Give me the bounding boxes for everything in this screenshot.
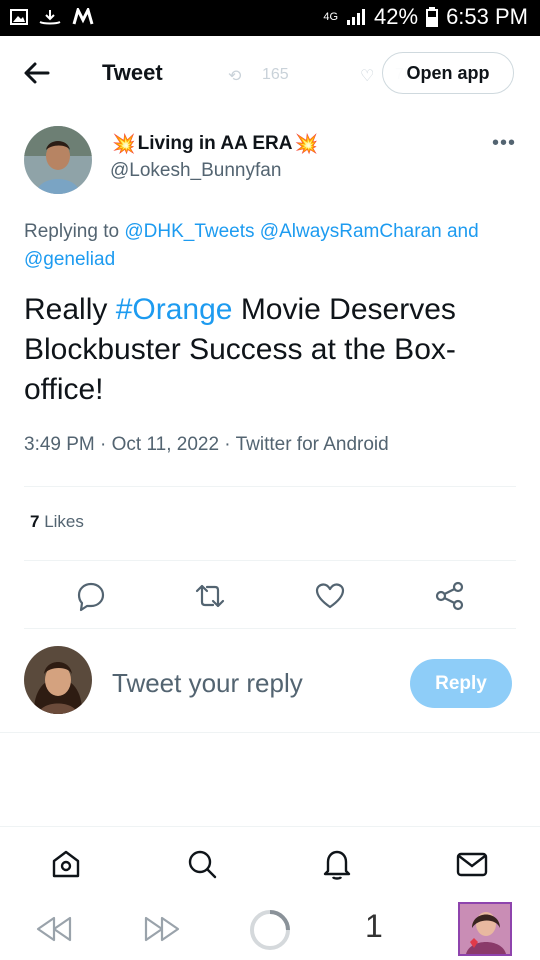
author-display-name: Living in AA ERA	[137, 133, 293, 154]
likes-count: 7	[30, 512, 40, 531]
home-icon[interactable]	[49, 847, 83, 881]
messages-icon[interactable]	[455, 847, 489, 881]
hashtag-link[interactable]: #Orange	[116, 293, 233, 326]
download-icon	[39, 10, 61, 25]
network-type: 4G	[323, 11, 339, 23]
mention-link[interactable]: @geneliad	[24, 249, 115, 270]
tab-thumbnail-image	[460, 904, 510, 954]
app-logo-icon	[72, 8, 94, 25]
retweet-icon[interactable]	[194, 580, 226, 612]
more-options-icon[interactable]: •••	[492, 132, 516, 155]
tweet-text-part: Really	[24, 293, 108, 326]
user-avatar[interactable]	[24, 646, 92, 714]
rewind-icon[interactable]	[34, 912, 74, 946]
likes-stat[interactable]: 7 Likes	[30, 512, 84, 532]
battery-icon	[426, 7, 439, 27]
loading-spinner-icon	[250, 910, 290, 950]
reply-icon[interactable]	[75, 580, 107, 612]
signal-icon	[347, 9, 366, 25]
sparkle-icon: 💥	[294, 134, 319, 155]
reply-button[interactable]: Reply	[410, 659, 512, 708]
likes-label: Likes	[44, 512, 84, 531]
clock: 6:53 PM	[446, 4, 528, 29]
search-icon[interactable]	[185, 847, 219, 881]
author-avatar[interactable]	[24, 126, 92, 194]
sparkle-icon: 💥	[112, 134, 136, 155]
bottom-nav	[0, 826, 540, 901]
tweet-header: Tweet ⟲ 165 ♡ 7K Open app	[0, 36, 540, 111]
status-bar: 4G 42% 6:53 PM	[0, 0, 540, 36]
author-handle[interactable]: @Lokesh_Bunnyfan	[110, 160, 281, 182]
back-arrow-icon[interactable]	[20, 58, 54, 88]
divider	[0, 732, 540, 733]
tweet-text: Really #Orange Movie Deserves Blockbuste…	[24, 290, 524, 410]
share-icon[interactable]	[434, 580, 466, 612]
divider	[24, 560, 516, 561]
ghost-like-icon: ♡	[360, 68, 375, 85]
ghost-retweet-icon: ⟲	[228, 68, 242, 85]
replying-prefix: Replying to	[24, 221, 120, 242]
replying-to: Replying to @DHK_Tweets @AlwaysRamCharan…	[24, 218, 524, 274]
page-title: Tweet	[102, 60, 163, 85]
reply-input[interactable]: Tweet your reply	[112, 668, 303, 699]
author-name[interactable]: 💥 Living in AA ERA 💥	[112, 132, 318, 156]
tab-count[interactable]: 1	[365, 908, 383, 945]
fast-forward-icon[interactable]	[142, 912, 182, 946]
battery-percent: 42%	[374, 4, 419, 29]
ghost-retweet-count: 165	[262, 66, 289, 83]
mention-link[interactable]: @DHK_Tweets	[124, 221, 254, 242]
like-icon[interactable]	[314, 580, 346, 612]
divider	[24, 628, 516, 629]
user-avatar-image	[24, 646, 92, 714]
tweet-timestamp[interactable]: 3:49 PM · Oct 11, 2022 · Twitter for And…	[24, 434, 389, 456]
gallery-icon	[10, 9, 28, 25]
author-avatar-image	[24, 126, 92, 194]
divider	[24, 486, 516, 487]
open-app-button[interactable]: Open app	[382, 52, 514, 94]
notifications-icon[interactable]	[320, 847, 354, 881]
replying-and: and	[446, 221, 479, 242]
tab-thumbnail[interactable]	[458, 902, 512, 956]
mention-link[interactable]: @AlwaysRamCharan	[260, 221, 442, 242]
